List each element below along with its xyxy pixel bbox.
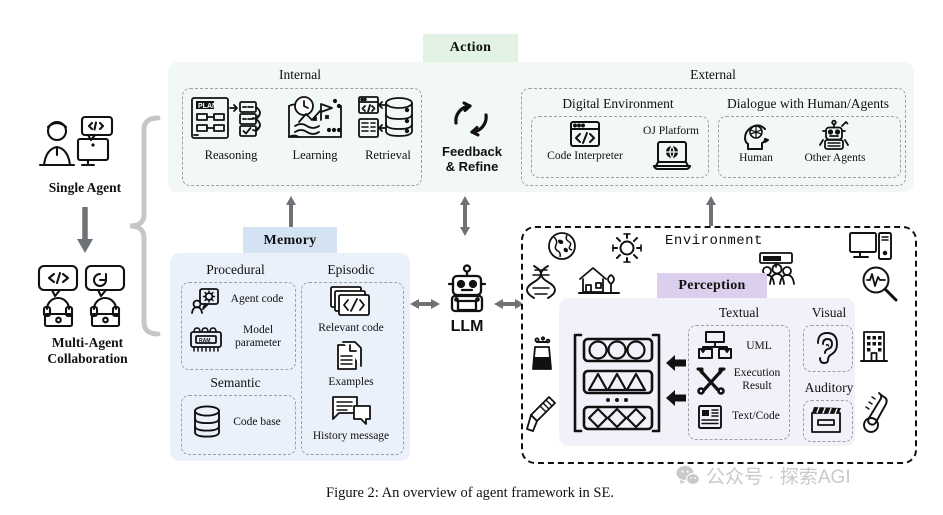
retrieval-label: Retrieval (365, 148, 411, 162)
pipette-icon (525, 395, 557, 435)
single-agent-icon (30, 115, 140, 175)
memory-llm-arrow (410, 296, 440, 312)
episodic-title: Episodic (327, 262, 375, 277)
tools-cross-icon (696, 367, 726, 395)
house-tree-icon (578, 265, 620, 297)
robot-head-icon (443, 264, 491, 313)
textual-title: Textual (718, 305, 760, 320)
beaker-icon (528, 336, 556, 371)
svg-text:PLAN: PLAN (198, 103, 217, 110)
shape-rows-bracket-icon (571, 330, 663, 436)
llm-environment-arrow (494, 296, 524, 312)
laptop-globe-icon (653, 141, 691, 171)
model-parameter-line1: Model (242, 324, 274, 336)
curly-brace-icon (126, 115, 162, 340)
desktop-computer-icon (849, 231, 893, 265)
sun-icon (612, 233, 642, 263)
ram-chip-icon: RAM (188, 325, 224, 355)
human-head-brain-icon (740, 123, 770, 151)
plan-flowchart-icon: PLAN (190, 96, 268, 140)
execution-result-label: Execution Result (727, 367, 787, 393)
internal-title: Internal (279, 67, 321, 82)
semantic-title: Semantic (210, 375, 261, 390)
database-icon (192, 405, 222, 439)
text-code-label: Text/Code (732, 410, 780, 422)
perception-arrow-top (665, 353, 687, 373)
dna-icon (526, 265, 556, 299)
database-documents-icon (358, 96, 414, 140)
perception-badge: Perception (657, 273, 767, 299)
visual-title: Visual (811, 305, 847, 320)
text-document-icon (698, 404, 724, 430)
watermark-text: 公众号 · 探索AGI (706, 467, 851, 488)
examples-label: Examples (328, 376, 374, 388)
ear-icon (814, 332, 840, 364)
relevant-code-label: Relevant code (318, 322, 384, 334)
code-interpreter-label: Code Interpreter (547, 150, 623, 162)
wechat-icon (676, 465, 701, 485)
code-base-label: Code base (233, 416, 281, 428)
execution-result-line2: Result (742, 379, 772, 392)
watermark: 公众号 · 探索AGI (676, 462, 851, 489)
procedural-title: Procedural (206, 262, 265, 277)
action-badge: Action (423, 34, 518, 62)
model-parameter-label: Model parameter (226, 324, 290, 350)
map-clock-flag-icon (285, 96, 345, 140)
thermometer-icon (861, 390, 889, 434)
execution-result-line1: Execution (733, 367, 781, 379)
figure-canvas: Single Agent Multi-Agent Collaboration A… (0, 0, 943, 515)
refresh-cycle-icon (450, 100, 492, 138)
llm-label: LLM (450, 318, 484, 335)
reasoning-label: Reasoning (204, 148, 258, 162)
code-window-icon (570, 121, 600, 147)
external-title: External (690, 67, 736, 82)
waveform-magnifier-icon (861, 265, 899, 303)
feedback-refine-label: Feedback & Refine (428, 144, 516, 175)
other-agents-label: Other Agents (804, 152, 866, 164)
agent-code-label: Agent code (230, 293, 284, 305)
auditory-title: Auditory (804, 380, 854, 395)
documents-icon (336, 341, 368, 373)
office-building-icon (859, 328, 889, 364)
oj-platform-label: OJ Platform (643, 125, 699, 137)
history-message-label: History message (312, 430, 390, 442)
multi-agent-label-line2: Collaboration (47, 351, 128, 367)
learning-label: Learning (292, 148, 338, 162)
digital-environment-title: Digital Environment (562, 96, 674, 111)
code-stack-icon (330, 286, 372, 318)
clapperboard-icon (810, 405, 844, 435)
svg-text:RAM: RAM (199, 338, 210, 344)
environment-title: Environment (665, 233, 763, 249)
memory-badge: Memory (243, 227, 337, 254)
llm-action-arrow (457, 196, 473, 236)
dialogue-title: Dialogue with Human/Agents (727, 96, 889, 111)
uml-label: UML (746, 340, 772, 352)
agent-gear-icon (191, 288, 221, 314)
arrow-down-icon (74, 205, 96, 255)
robot-agent-icon (818, 119, 850, 152)
chat-bubbles-icon (332, 396, 372, 426)
feedback-line1: Feedback (442, 144, 502, 159)
perception-arrow-bottom (665, 388, 687, 408)
two-agents-collaboration-icon (34, 264, 139, 328)
human-label: Human (739, 152, 773, 164)
uml-diagram-icon (698, 331, 732, 359)
globe-icon (547, 231, 577, 261)
feedback-line2: & Refine (445, 159, 499, 175)
model-parameter-line2: parameter (235, 336, 281, 349)
